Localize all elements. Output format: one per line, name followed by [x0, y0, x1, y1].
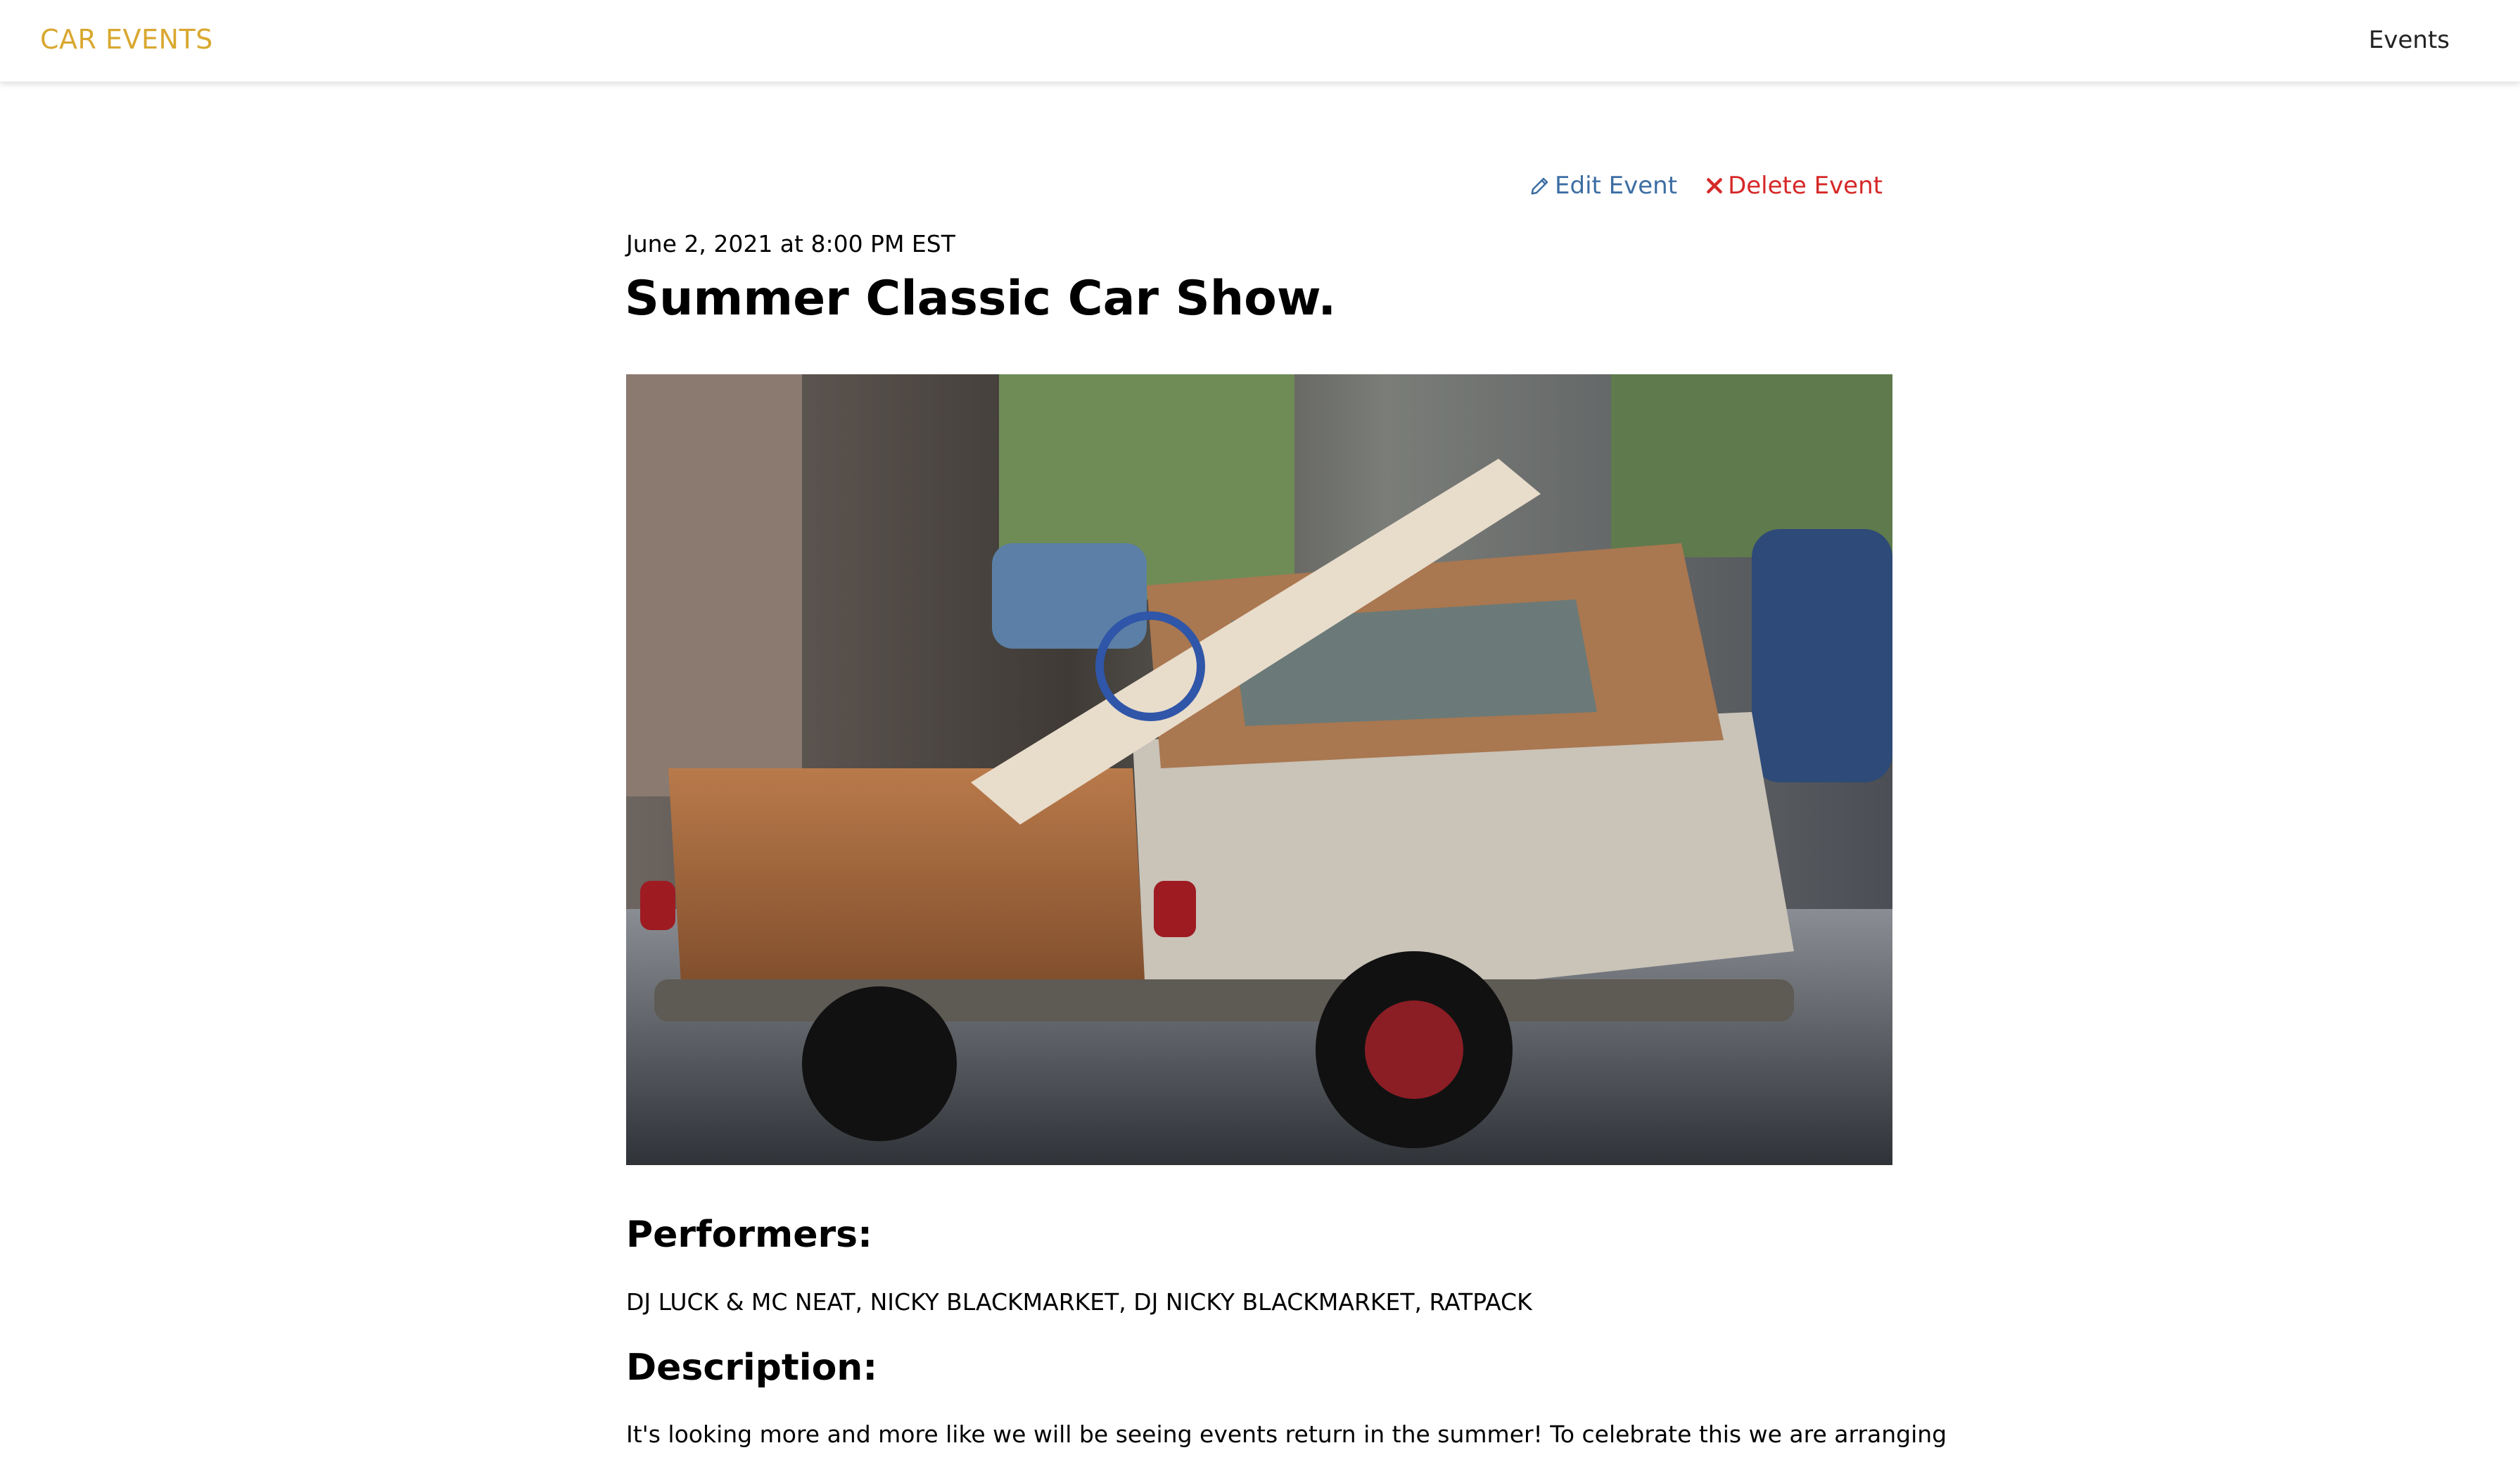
navbar: CAR EVENTS Events	[0, 0, 2520, 82]
event-date: June 2, 2021 at 8:00 PM EST	[626, 230, 955, 258]
event-actions: Edit Event Delete Event	[1529, 172, 1883, 200]
edit-event-label: Edit Event	[1555, 172, 1678, 200]
performers-heading: Performers:	[626, 1214, 872, 1256]
description-heading: Description:	[626, 1347, 878, 1389]
edit-event-button[interactable]: Edit Event	[1529, 172, 1677, 200]
event-hero-image	[626, 374, 1892, 1165]
delete-event-label: Delete Event	[1728, 172, 1883, 200]
pencil-icon	[1531, 177, 1548, 195]
brand-logo-link[interactable]: CAR EVENTS	[40, 24, 213, 55]
performers-list: DJ LUCK & MC NEAT, NICKY BLACKMARKET, DJ…	[626, 1288, 1532, 1316]
nav-events-link[interactable]: Events	[2369, 26, 2450, 54]
event-description: It's looking more and more like we will …	[626, 1420, 1947, 1448]
close-icon	[1707, 178, 1722, 193]
delete-event-button[interactable]: Delete Event	[1705, 172, 1883, 200]
event-title: Summer Classic Car Show.	[625, 271, 1337, 326]
